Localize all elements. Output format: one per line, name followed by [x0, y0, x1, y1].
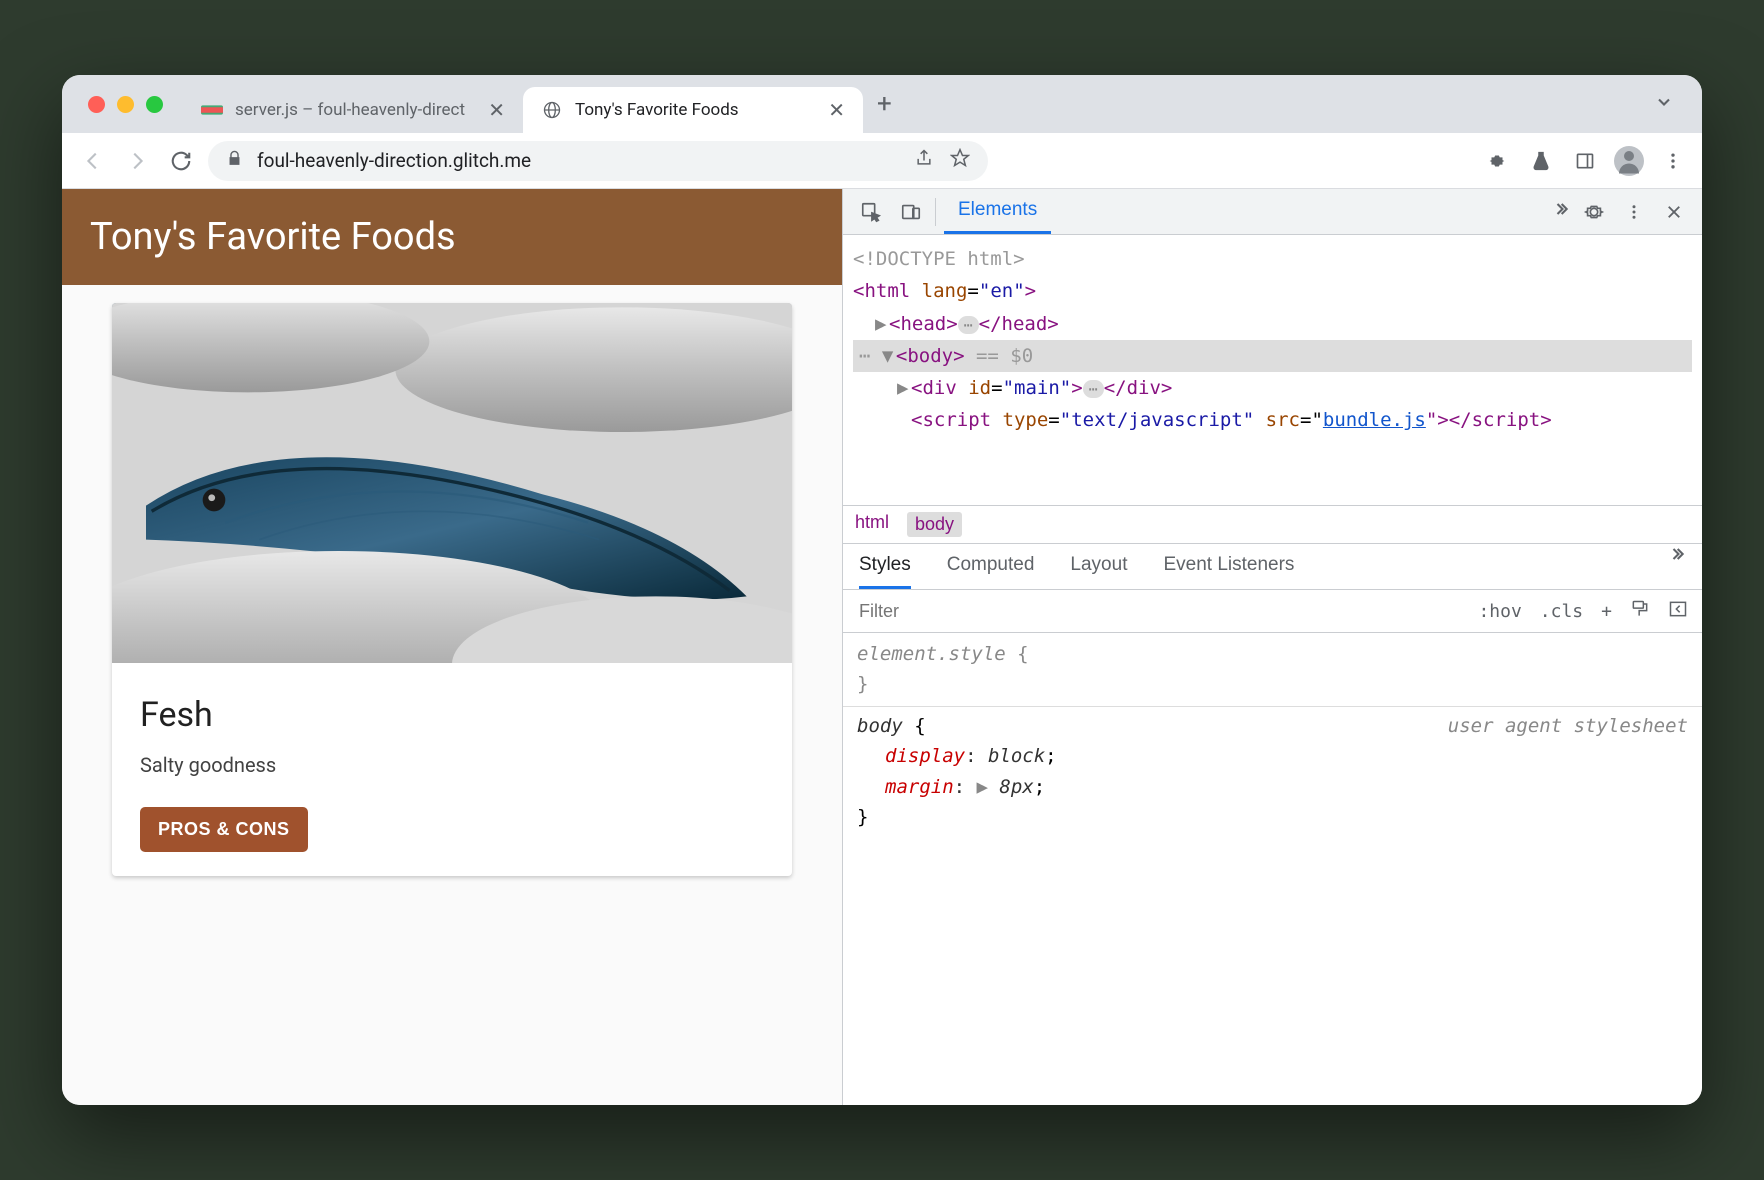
rule-origin: user agent stylesheet: [1448, 711, 1688, 741]
devtools-menu-icon[interactable]: [1618, 196, 1650, 228]
breadcrumb-body[interactable]: body: [907, 512, 962, 537]
maximize-window-button[interactable]: [146, 96, 163, 113]
browser-tab-inactive[interactable]: server.js – foul-heavenly-direct ✕: [183, 87, 523, 133]
card-subtitle: Salty goodness: [140, 753, 764, 777]
expand-arrow-icon[interactable]: ▶: [897, 372, 911, 404]
side-panel-icon[interactable]: [1570, 146, 1600, 176]
devtools-tab-elements[interactable]: Elements: [944, 189, 1051, 234]
rendered-page: Tony's Favorite Foods: [62, 189, 842, 1105]
collapsed-ellipsis[interactable]: ⋯: [1083, 380, 1104, 398]
food-card: Fesh Salty goodness PROS & CONS: [112, 303, 792, 876]
tab-close-button[interactable]: ✕: [488, 98, 505, 122]
close-window-button[interactable]: [88, 96, 105, 113]
window-controls: [88, 96, 163, 113]
forward-button[interactable]: [120, 144, 154, 178]
computed-sidebar-icon[interactable]: [1668, 599, 1688, 624]
address-bar: foul-heavenly-direction.glitch.me: [62, 133, 1702, 189]
card-body: Fesh Salty goodness PROS & CONS: [112, 663, 792, 876]
element-style-rule: element.style { }: [857, 639, 1688, 700]
page-title-banner: Tony's Favorite Foods: [62, 189, 842, 285]
devtools-toolbar: Elements: [843, 189, 1702, 235]
tab-close-button[interactable]: ✕: [828, 98, 845, 122]
styles-tab[interactable]: Styles: [859, 544, 911, 589]
new-style-rule-button[interactable]: +: [1601, 601, 1612, 622]
tab-title: Tony's Favorite Foods: [575, 100, 816, 120]
doctype-line: <!DOCTYPE html>: [853, 248, 1025, 270]
tab-title: server.js – foul-heavenly-direct: [235, 100, 476, 120]
more-styles-tabs-icon[interactable]: [1666, 544, 1686, 589]
extensions-icon[interactable]: [1482, 146, 1512, 176]
styles-filter-input[interactable]: [857, 600, 1460, 623]
devtools-panel: Elements <!DOCTYPE html> <html lang="en"…: [842, 189, 1702, 1105]
more-tabs-icon[interactable]: [1550, 199, 1570, 224]
url-text: foul-heavenly-direction.glitch.me: [257, 149, 531, 172]
card-image: [112, 303, 792, 663]
lock-icon: [226, 149, 243, 172]
inspect-element-icon[interactable]: [855, 196, 887, 228]
computed-tab[interactable]: Computed: [947, 544, 1035, 589]
device-toolbar-icon[interactable]: [895, 196, 927, 228]
styles-rules[interactable]: element.style { } user agent stylesheet …: [843, 633, 1702, 1105]
url-bar[interactable]: foul-heavenly-direction.glitch.me: [208, 141, 988, 181]
collapsed-ellipsis[interactable]: ⋯: [958, 316, 979, 334]
tab-favicon: [201, 99, 223, 121]
back-button[interactable]: [76, 144, 110, 178]
card-title: Fesh: [140, 695, 764, 735]
paint-icon[interactable]: [1630, 599, 1650, 624]
devtools-close-icon[interactable]: [1658, 196, 1690, 228]
new-tab-button[interactable]: +: [877, 89, 892, 119]
globe-icon: [541, 99, 563, 121]
styles-filter-bar: :hov .cls +: [843, 589, 1702, 633]
elements-breadcrumb: html body: [843, 505, 1702, 543]
hov-toggle[interactable]: :hov: [1478, 601, 1521, 622]
tab-dropdown-button[interactable]: [1654, 92, 1674, 116]
elements-tree[interactable]: <!DOCTYPE html> <html lang="en"> ▶<head>…: [843, 235, 1702, 505]
devtools-settings-icon[interactable]: [1578, 196, 1610, 228]
body-rule: user agent stylesheet body { display: bl…: [857, 711, 1688, 833]
layout-tab[interactable]: Layout: [1070, 544, 1127, 589]
bookmark-star-icon[interactable]: [950, 148, 970, 173]
styles-tab-bar: Styles Computed Layout Event Listeners: [843, 543, 1702, 589]
profile-avatar[interactable]: [1614, 146, 1644, 176]
minimize-window-button[interactable]: [117, 96, 134, 113]
selected-element-line[interactable]: ⋯ ▼<body> == $0: [853, 340, 1692, 372]
event-listeners-tab[interactable]: Event Listeners: [1163, 544, 1294, 589]
reload-button[interactable]: [164, 144, 198, 178]
labs-icon[interactable]: [1526, 146, 1556, 176]
breadcrumb-html[interactable]: html: [855, 512, 889, 537]
bundle-js-link[interactable]: bundle.js: [1323, 409, 1426, 431]
cls-toggle[interactable]: .cls: [1540, 601, 1583, 622]
expand-arrow-icon[interactable]: ▶: [875, 308, 889, 340]
browser-tab-active[interactable]: Tony's Favorite Foods ✕: [523, 87, 863, 133]
tab-bar: server.js – foul-heavenly-direct ✕ Tony'…: [62, 75, 1702, 133]
browser-window: server.js – foul-heavenly-direct ✕ Tony'…: [62, 75, 1702, 1105]
pros-cons-button[interactable]: PROS & CONS: [140, 807, 308, 852]
content-area: Tony's Favorite Foods: [62, 189, 1702, 1105]
chrome-menu-icon[interactable]: [1658, 146, 1688, 176]
share-icon[interactable]: [914, 148, 934, 173]
